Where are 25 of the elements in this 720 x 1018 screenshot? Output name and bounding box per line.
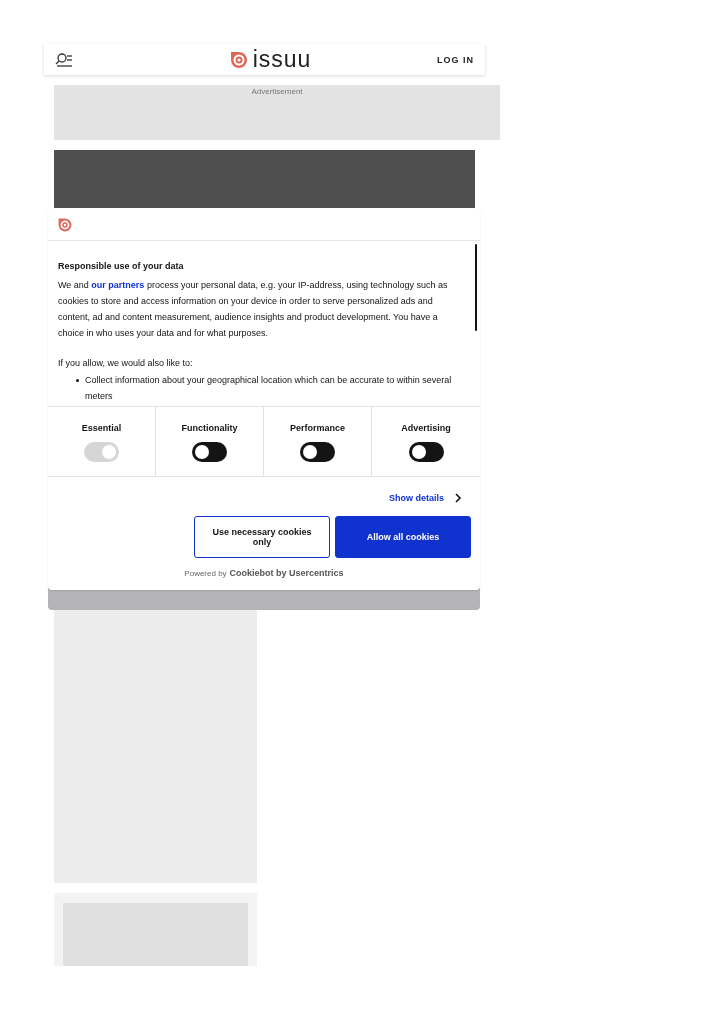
scrollbar-thumb[interactable]: [475, 244, 477, 331]
advertisement-label: Advertisement: [251, 87, 303, 98]
show-details-link[interactable]: Show details: [389, 493, 444, 503]
consent-lead: If you allow, we would also like to:: [58, 357, 194, 370]
partners-link[interactable]: our partners: [91, 280, 145, 290]
powered-by-label: Powered by: [184, 569, 227, 578]
allow-all-button[interactable]: Allow all cookies: [335, 516, 471, 558]
necessary-only-button[interactable]: Use necessary cookies only: [194, 516, 330, 558]
consent-text: We and our partners process your personal data, e.g. your IP-address, using technology such as cookies to store and access information on your device in order to serve personalized ads and content, ad and content measurement, audience insights and product development. You have a choice in who uses your data and for what purposes.: [58, 279, 449, 340]
category-label: Essential: [81, 423, 122, 433]
category-label: Advertising: [401, 423, 451, 433]
category-label: Performance: [290, 423, 345, 433]
login-link[interactable]: LOG IN: [437, 54, 474, 65]
toggle-switch[interactable]: [192, 442, 227, 462]
provider-name[interactable]: Cookiebot by Usercentrics: [229, 568, 344, 578]
consent-title: Responsible use of your data: [58, 261, 185, 271]
purpose-item: Collect information about your geographical location which can be accurate to within several meters: [76, 372, 464, 404]
category-label: Functionality: [181, 423, 238, 433]
logo-icon: [57, 217, 73, 233]
chevron-right-icon: [454, 493, 462, 503]
logo-icon: [228, 49, 249, 70]
toggle-switch[interactable]: [408, 442, 444, 462]
logo-text[interactable]: issuu: [252, 48, 312, 71]
search-menu-icon[interactable]: [55, 51, 73, 68]
toggle-switch[interactable]: [300, 442, 335, 462]
